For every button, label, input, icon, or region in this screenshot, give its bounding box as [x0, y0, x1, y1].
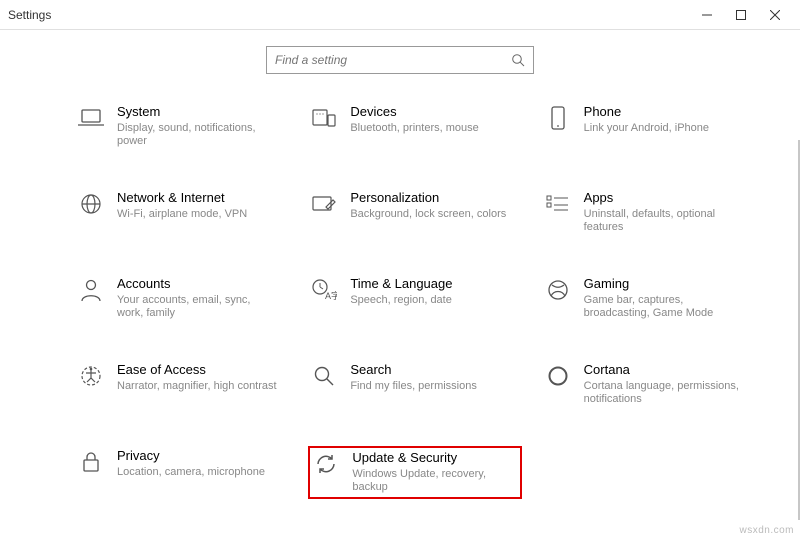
sync-icon	[312, 450, 340, 478]
minimize-button[interactable]	[690, 0, 724, 30]
phone-icon	[544, 104, 572, 132]
tile-network[interactable]: Network & Internet Wi-Fi, airplane mode,…	[75, 188, 288, 238]
tile-desc: Link your Android, iPhone	[584, 122, 709, 136]
watermark: wsxdn.com	[739, 525, 794, 536]
tile-search[interactable]: Search Find my files, permissions	[308, 360, 521, 410]
tile-devices[interactable]: Devices Bluetooth, printers, mouse	[308, 102, 521, 152]
tile-title: Ease of Access	[117, 362, 277, 378]
tile-ease-of-access[interactable]: Ease of Access Narrator, magnifier, high…	[75, 360, 288, 410]
person-icon	[77, 276, 105, 304]
paint-icon	[310, 190, 338, 218]
lock-icon	[77, 448, 105, 476]
window-controls	[690, 0, 792, 30]
svg-text:A字: A字	[325, 290, 337, 301]
tile-update-security[interactable]: Update & Security Windows Update, recove…	[308, 446, 521, 499]
maximize-button[interactable]	[724, 0, 758, 30]
tile-desc: Windows Update, recovery, backup	[352, 468, 512, 496]
tile-title: Network & Internet	[117, 190, 247, 206]
xbox-icon	[544, 276, 572, 304]
close-icon	[770, 10, 780, 20]
tile-title: Cortana	[584, 362, 744, 378]
tile-title: Phone	[584, 104, 709, 120]
tile-accounts[interactable]: Accounts Your accounts, email, sync, wor…	[75, 274, 288, 324]
content-area: System Display, sound, notifications, po…	[0, 30, 800, 540]
tile-desc: Display, sound, notifications, power	[117, 122, 277, 150]
laptop-icon	[77, 104, 105, 132]
cortana-icon	[544, 362, 572, 390]
tile-privacy[interactable]: Privacy Location, camera, microphone	[75, 446, 288, 499]
tile-personalization[interactable]: Personalization Background, lock screen,…	[308, 188, 521, 238]
tile-desc: Bluetooth, printers, mouse	[350, 122, 478, 136]
close-button[interactable]	[758, 0, 792, 30]
tile-desc: Find my files, permissions	[350, 380, 477, 394]
tile-cortana[interactable]: Cortana Cortana language, permissions, n…	[542, 360, 755, 410]
tile-desc: Location, camera, microphone	[117, 466, 265, 480]
tile-desc: Uninstall, defaults, optional features	[584, 208, 744, 236]
tile-title: Update & Security	[352, 450, 512, 466]
time-language-icon: A字	[310, 276, 338, 304]
tile-desc: Narrator, magnifier, high contrast	[117, 380, 277, 394]
maximize-icon	[736, 10, 746, 20]
tile-phone[interactable]: Phone Link your Android, iPhone	[542, 102, 755, 152]
ease-of-access-icon	[77, 362, 105, 390]
tile-desc: Background, lock screen, colors	[350, 208, 506, 222]
tile-apps[interactable]: Apps Uninstall, defaults, optional featu…	[542, 188, 755, 238]
globe-icon	[77, 190, 105, 218]
tile-system[interactable]: System Display, sound, notifications, po…	[75, 102, 288, 152]
tile-desc: Speech, region, date	[350, 294, 452, 308]
tile-title: Privacy	[117, 448, 265, 464]
window-title: Settings	[8, 8, 51, 22]
magnifier-icon	[310, 362, 338, 390]
settings-grid: System Display, sound, notifications, po…	[45, 102, 755, 499]
search-box[interactable]	[266, 46, 534, 74]
tile-desc: Game bar, captures, broadcasting, Game M…	[584, 294, 744, 322]
tile-title: Accounts	[117, 276, 277, 292]
tile-title: Apps	[584, 190, 744, 206]
search-icon	[511, 53, 525, 67]
apps-list-icon	[544, 190, 572, 218]
titlebar: Settings	[0, 0, 800, 30]
devices-icon	[310, 104, 338, 132]
tile-title: Gaming	[584, 276, 744, 292]
tile-title: Personalization	[350, 190, 506, 206]
tile-gaming[interactable]: Gaming Game bar, captures, broadcasting,…	[542, 274, 755, 324]
tile-desc: Cortana language, permissions, notificat…	[584, 380, 744, 408]
tile-desc: Wi-Fi, airplane mode, VPN	[117, 208, 247, 222]
search-input[interactable]	[275, 53, 511, 67]
tile-title: Search	[350, 362, 477, 378]
tile-title: Devices	[350, 104, 478, 120]
minimize-icon	[702, 10, 712, 20]
tile-desc: Your accounts, email, sync, work, family	[117, 294, 277, 322]
tile-title: Time & Language	[350, 276, 452, 292]
tile-time-language[interactable]: A字 Time & Language Speech, region, date	[308, 274, 521, 324]
tile-title: System	[117, 104, 277, 120]
